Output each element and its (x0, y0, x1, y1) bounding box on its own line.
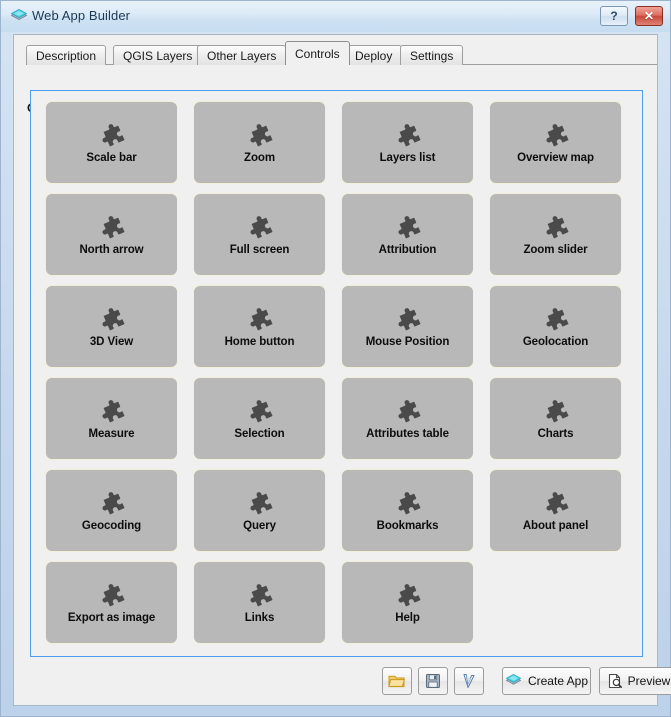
puzzle-piece-icon (541, 305, 571, 335)
control-tile-label: 3D View (89, 336, 134, 348)
control-tile[interactable]: Charts (489, 377, 622, 460)
puzzle-piece-icon (97, 121, 127, 151)
preview-label: Preview (627, 674, 671, 688)
tab-controls[interactable]: Controls (285, 41, 350, 65)
control-tile-label: Links (244, 612, 275, 624)
control-tile-label: Bookmarks (376, 520, 439, 532)
app-diamond-icon (505, 673, 522, 690)
control-tile[interactable]: Home button (193, 285, 326, 368)
control-tile[interactable]: Geocoding (45, 469, 178, 552)
preview-button[interactable]: Preview (599, 667, 671, 695)
control-tile-label: Export as image (67, 612, 156, 624)
folder-open-icon (388, 673, 406, 689)
control-tile[interactable]: Layers list (341, 101, 474, 184)
control-tile[interactable]: Scale bar (45, 101, 178, 184)
puzzle-piece-icon (541, 489, 571, 519)
control-tile-label: Zoom slider (523, 244, 588, 256)
puzzle-piece-icon (97, 213, 127, 243)
qgis-project-button[interactable] (454, 667, 484, 695)
control-tile[interactable]: Mouse Position (341, 285, 474, 368)
control-tile-label: Geocoding (81, 520, 142, 532)
control-tile-label: About panel (522, 520, 589, 532)
puzzle-piece-icon (245, 397, 275, 427)
controls-grid: Scale bar Zoom Layers list Overview map … (31, 91, 644, 658)
control-tile-label: Measure (88, 428, 135, 440)
puzzle-piece-icon (245, 213, 275, 243)
control-tile[interactable]: Help (341, 561, 474, 644)
tab-bar: Description QGIS Layers Other Layers Con… (14, 41, 657, 65)
puzzle-piece-icon (245, 305, 275, 335)
puzzle-piece-icon (97, 581, 127, 611)
puzzle-piece-icon (393, 581, 423, 611)
control-tile[interactable]: Attributes table (341, 377, 474, 460)
control-tile-label: Full screen (229, 244, 290, 256)
app-diamond-icon (10, 8, 28, 26)
control-tile-label: Zoom (244, 152, 275, 164)
control-tile[interactable]: Attribution (341, 193, 474, 276)
puzzle-piece-icon (393, 213, 423, 243)
puzzle-piece-icon (393, 397, 423, 427)
puzzle-piece-icon (245, 489, 275, 519)
bottom-toolbar: Create App Preview (14, 667, 671, 697)
tab-other-layers[interactable]: Other Layers (197, 45, 287, 65)
puzzle-piece-icon (245, 581, 275, 611)
puzzle-piece-icon (393, 305, 423, 335)
help-button[interactable]: ? (600, 6, 628, 26)
control-tile-label: Mouse Position (365, 336, 450, 348)
control-tile[interactable]: Geolocation (489, 285, 622, 368)
control-tile-label: Geolocation (522, 336, 589, 348)
control-tile-label: Help (395, 612, 420, 624)
control-tile-label: Overview map (517, 152, 594, 164)
tab-description[interactable]: Description (26, 45, 107, 65)
puzzle-piece-icon (541, 397, 571, 427)
control-tile[interactable]: Selection (193, 377, 326, 460)
control-tile[interactable]: Export as image (45, 561, 178, 644)
open-project-button[interactable] (382, 667, 412, 695)
control-tile-label: Attributes table (366, 428, 449, 440)
control-tile-label: Selection (234, 428, 285, 440)
control-tile-label: Attribution (378, 244, 437, 256)
control-tile[interactable]: Bookmarks (341, 469, 474, 552)
control-tile[interactable]: Links (193, 561, 326, 644)
control-tile-label: Charts (537, 428, 574, 440)
puzzle-piece-icon (393, 121, 423, 151)
puzzle-piece-icon (97, 489, 127, 519)
control-tile-label: North arrow (79, 244, 144, 256)
control-tile[interactable]: Query (193, 469, 326, 552)
control-tile-label: Scale bar (86, 152, 137, 164)
tab-settings[interactable]: Settings (400, 45, 464, 65)
close-icon[interactable]: ✕ (635, 6, 663, 26)
tab-qgis-layers[interactable]: QGIS Layers (113, 45, 203, 65)
document-magnifier-icon (607, 673, 623, 689)
control-tile[interactable]: 3D View (45, 285, 178, 368)
control-tile[interactable]: Zoom slider (489, 193, 622, 276)
control-tile[interactable]: Zoom (193, 101, 326, 184)
puzzle-piece-icon (97, 305, 127, 335)
control-tile-label: Layers list (379, 152, 436, 164)
control-tile[interactable]: Measure (45, 377, 178, 460)
control-tile[interactable]: Overview map (489, 101, 622, 184)
puzzle-piece-icon (541, 121, 571, 151)
floppy-disk-icon (425, 673, 441, 689)
puzzle-piece-icon (541, 213, 571, 243)
tab-deploy[interactable]: Deploy (345, 45, 403, 65)
create-app-button[interactable]: Create App (502, 667, 591, 695)
controls-container: Scale bar Zoom Layers list Overview map … (30, 90, 643, 657)
control-tile-label: Query (243, 520, 276, 532)
window-title: Web App Builder (32, 8, 131, 23)
control-tile[interactable]: North arrow (45, 193, 178, 276)
puzzle-piece-icon (393, 489, 423, 519)
control-tile[interactable]: About panel (489, 469, 622, 552)
qgis-icon (461, 673, 477, 689)
app-window: Web App Builder ? ✕ Description QGIS Lay… (0, 0, 671, 717)
puzzle-piece-icon (97, 397, 127, 427)
control-tile[interactable]: Full screen (193, 193, 326, 276)
puzzle-piece-icon (245, 121, 275, 151)
create-app-label: Create App (527, 674, 589, 688)
save-project-button[interactable] (418, 667, 448, 695)
content-panel: Description QGIS Layers Other Layers Con… (13, 34, 671, 706)
title-bar: Web App Builder ? ✕ (1, 1, 670, 32)
control-tile-label: Home button (224, 336, 295, 348)
